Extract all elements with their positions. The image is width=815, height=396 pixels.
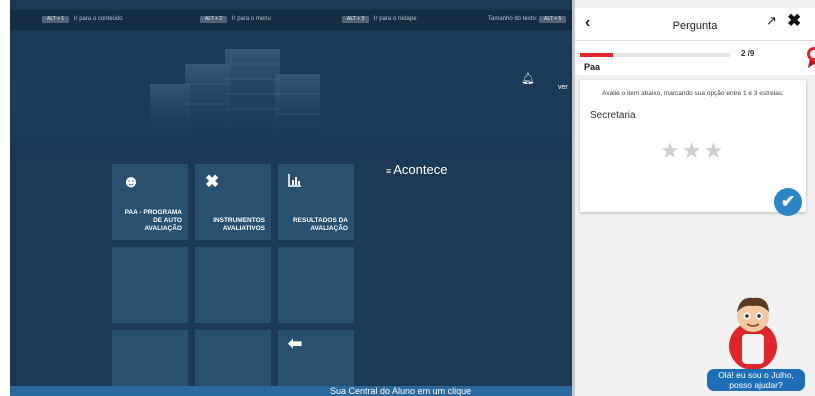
- tile-empty[interactable]: [112, 247, 188, 323]
- tools-icon: ✖: [205, 172, 220, 191]
- tile-empty[interactable]: [195, 330, 271, 390]
- close-icon[interactable]: ✖: [787, 11, 801, 31]
- bubble-line: Olá! eu sou o Julho,: [718, 370, 794, 380]
- tile-label: INSTRUMENTOS AVALIATIVOS: [213, 217, 265, 233]
- rating-instruction: Avalie o item abaixo, marcando sua opção…: [602, 90, 784, 97]
- main-area: ALT + 1 Ir para o conteúdo ALT + 2 Ir pa…: [0, 0, 574, 396]
- progress-area: 2 /9: [575, 41, 815, 75]
- tile-label-line: AVALIATIVOS: [222, 225, 265, 232]
- star-3-icon[interactable]: ★: [703, 138, 725, 164]
- text-size-control[interactable]: Tamanho do texto: ALT + 5: [488, 16, 569, 23]
- notification-bell-icon[interactable]: 🔔︎: [521, 72, 535, 85]
- assistant-bubble[interactable]: Olá! eu sou o Julho, posso ajudar?: [707, 369, 805, 391]
- link-label: Ir para o conteúdo: [73, 16, 123, 22]
- link-label: Ir para o rodape: [373, 16, 417, 22]
- tile-paa[interactable]: ☻ PAA - PROGRAMA DE AUTO AVALIAÇÃO: [112, 164, 188, 240]
- panel-title: Pergunta: [672, 20, 718, 32]
- tile-empty[interactable]: [112, 330, 188, 390]
- progress-fill: [580, 53, 613, 57]
- acontece-heading[interactable]: ≡ Acontece: [386, 162, 447, 177]
- rating-card: Avalie o item abaixo, marcando sua opção…: [580, 80, 806, 212]
- tile-label-line: DE AUTO: [153, 217, 182, 224]
- arrow-left-icon: ⬅︎: [288, 334, 303, 353]
- star-2-icon[interactable]: ★: [682, 138, 704, 164]
- mascot-avatar[interactable]: [722, 290, 784, 370]
- bubble-line: posso ajudar?: [729, 380, 783, 390]
- star-rating: ★★★: [660, 138, 725, 164]
- external-link-icon[interactable]: ↗: [766, 13, 777, 29]
- accessibility-bar: ALT + 1 Ir para o conteúdo ALT + 2 Ir pa…: [10, 10, 574, 30]
- link-label: Ir para o menu: [231, 16, 271, 22]
- tile-label-line: AVALIAÇÃO: [144, 225, 182, 232]
- tile-back[interactable]: ⬅︎: [278, 330, 354, 390]
- footer-text: Sua Central do Aluno em um clique: [330, 386, 472, 396]
- left-border: [0, 0, 10, 396]
- acontece-title: Acontece: [393, 162, 448, 177]
- tile-empty[interactable]: [278, 247, 354, 323]
- ver-link[interactable]: ver: [558, 84, 568, 91]
- star-1-icon[interactable]: ★: [660, 138, 682, 164]
- rss-icon: ≡: [386, 166, 392, 176]
- section-label: Paa: [584, 62, 601, 72]
- tile-label-line: RESULTADOS DA: [292, 217, 348, 224]
- tile-resultados[interactable]: RESULTADOS DA AVALIAÇÃO: [278, 164, 354, 240]
- skip-to-content-link[interactable]: ALT + 1 Ir para o conteúdo: [42, 16, 123, 23]
- text-size-label: Tamanho do texto:: [488, 16, 538, 22]
- shortcut-key: ALT + 1: [42, 16, 70, 23]
- tile-label: PAA - PROGRAMA DE AUTO AVALIAÇÃO: [125, 209, 182, 233]
- tile-empty[interactable]: [195, 247, 271, 323]
- panel-header: ‹ Pergunta ↗ ✖: [575, 8, 815, 41]
- tile-instrumentos[interactable]: ✖ INSTRUMENTOS AVALIATIVOS: [195, 164, 271, 240]
- confirm-check-button[interactable]: ✔: [774, 188, 802, 216]
- tile-label: RESULTADOS DA AVALIAÇÃO: [293, 217, 348, 233]
- rating-item-name: Secretaria: [590, 110, 636, 121]
- chart-icon: [288, 172, 302, 192]
- progress-track: [580, 53, 730, 57]
- shortcut-key: ALT + 5: [539, 16, 567, 23]
- shortcut-key: ALT + 2: [200, 16, 228, 23]
- skip-to-menu-link[interactable]: ALT + 2 Ir para o menu: [200, 16, 271, 23]
- progress-count: 2 /9: [741, 49, 755, 58]
- tile-label-line: AVALIAÇÃO: [310, 225, 348, 232]
- tile-label-line: INSTRUMENTOS: [213, 217, 265, 224]
- shortcut-key: ALT + 3: [342, 16, 370, 23]
- tile-label-line: PAA - PROGRAMA: [124, 209, 182, 216]
- award-ribbon-icon: [807, 47, 815, 68]
- building-illustration: [150, 49, 320, 134]
- footer-strip: Sua Central do Aluno em um clique: [10, 386, 574, 396]
- head-gear-icon: ☻: [122, 172, 140, 191]
- skip-to-footer-link[interactable]: ALT + 3 Ir para o rodape: [342, 16, 417, 23]
